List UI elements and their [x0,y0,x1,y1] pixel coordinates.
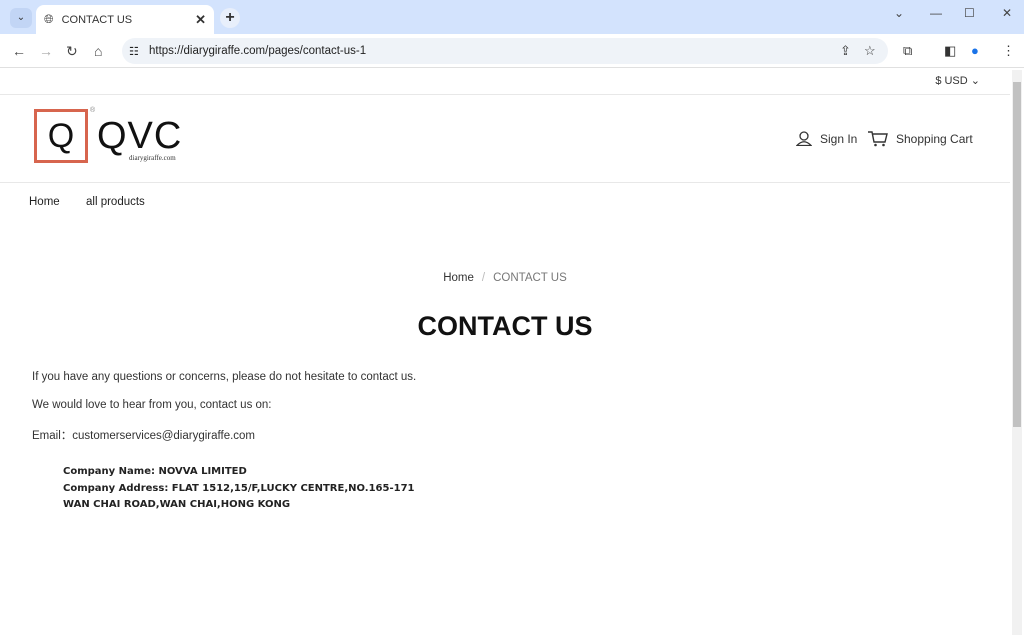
back-icon[interactable]: ← [12,43,26,59]
site-info-icon[interactable]: ☷ [129,45,139,58]
email-label: Email： [32,430,73,442]
shopping-cart-label: Shopping Cart [896,132,973,146]
address-bar[interactable]: ☷ https://diarygiraffe.com/pages/contact… [122,38,888,64]
browser-toolbar: ← → ↻ ⌂ ☷ https://diarygiraffe.com/pages… [0,34,1024,68]
reload-icon[interactable]: ↻ [66,43,78,60]
side-panel-icon[interactable]: ◧ [944,43,956,59]
profile-icon[interactable]: ● [971,43,979,58]
contact-text: We would love to hear from you, contact … [32,399,272,411]
scrollbar[interactable] [1012,70,1022,635]
home-icon[interactable]: ⌂ [94,43,102,59]
star-icon[interactable]: ☆ [864,43,876,59]
share-icon[interactable]: ⇪ [840,43,851,59]
close-window-button[interactable]: ✕ [1002,6,1012,20]
page-title: CONTACT US [417,311,593,341]
tab-search-button[interactable]: ⌄ [10,8,32,28]
company-address-2: WAN CHAI ROAD,WAN CHAI,HONG KONG [63,499,291,510]
breadcrumb-current: CONTACT US [493,272,567,284]
logo-mark: Q [34,109,88,163]
extensions-icon[interactable]: ⧉ [903,43,912,59]
email-line: Email：customerservices@diarygiraffe.com [32,427,255,443]
new-tab-button[interactable]: + [220,8,240,28]
sign-in-link[interactable]: Sign In [796,131,857,146]
company-info: Company Name: NOVVA LIMITED Company Addr… [63,464,414,514]
currency-label: $ USD [935,75,968,87]
logo-text: QVC [97,115,183,157]
menu-item-home[interactable]: Home [29,196,60,208]
menu-icon[interactable]: ⋮ [1002,43,1015,59]
minimize-button[interactable]: — [930,6,942,20]
sign-in-label: Sign In [820,131,858,146]
user-icon [796,131,812,146]
forward-icon[interactable]: → [39,43,53,59]
menu-item-all-products[interactable]: all products [86,196,145,208]
currency-selector[interactable]: $ USD ⌄ [935,74,980,87]
breadcrumb-home[interactable]: Home [443,272,474,284]
divider [0,94,1010,95]
url-text: https://diarygiraffe.com/pages/contact-u… [149,45,367,57]
close-tab-icon[interactable]: ✕ [195,12,206,28]
chevron-down-icon: ⌄ [970,75,980,87]
tab-title: CONTACT US [61,13,133,26]
breadcrumb: Home / CONTACT US [0,272,1010,284]
divider [0,182,1010,183]
company-address-1: Company Address: FLAT 1512,15/F,LUCKY CE… [63,482,415,494]
email-address[interactable]: customerservices@diarygiraffe.com [72,430,255,442]
logo-subtitle: diarygiraffe.com [129,154,176,162]
company-name: Company Name: NOVVA LIMITED [63,466,247,477]
tab-contact-us[interactable]: 🌐︎ CONTACT US ✕ [36,5,214,34]
maximize-button[interactable]: ☐ [964,6,975,20]
shopping-cart-link[interactable]: Shopping Cart [868,131,973,147]
chevron-down-icon[interactable]: ⌄ [894,6,904,20]
globe-icon: 🌐︎ [44,12,54,26]
tab-strip: ⌄ 🌐︎ CONTACT US ✕ + ⌄ — ☐ ✕ [0,0,1024,34]
scrollbar-thumb[interactable] [1013,82,1021,427]
breadcrumb-separator: / [481,272,486,284]
cart-icon [868,131,888,147]
intro-text: If you have any questions or concerns, p… [32,371,417,383]
registered-mark: ® [90,107,96,114]
